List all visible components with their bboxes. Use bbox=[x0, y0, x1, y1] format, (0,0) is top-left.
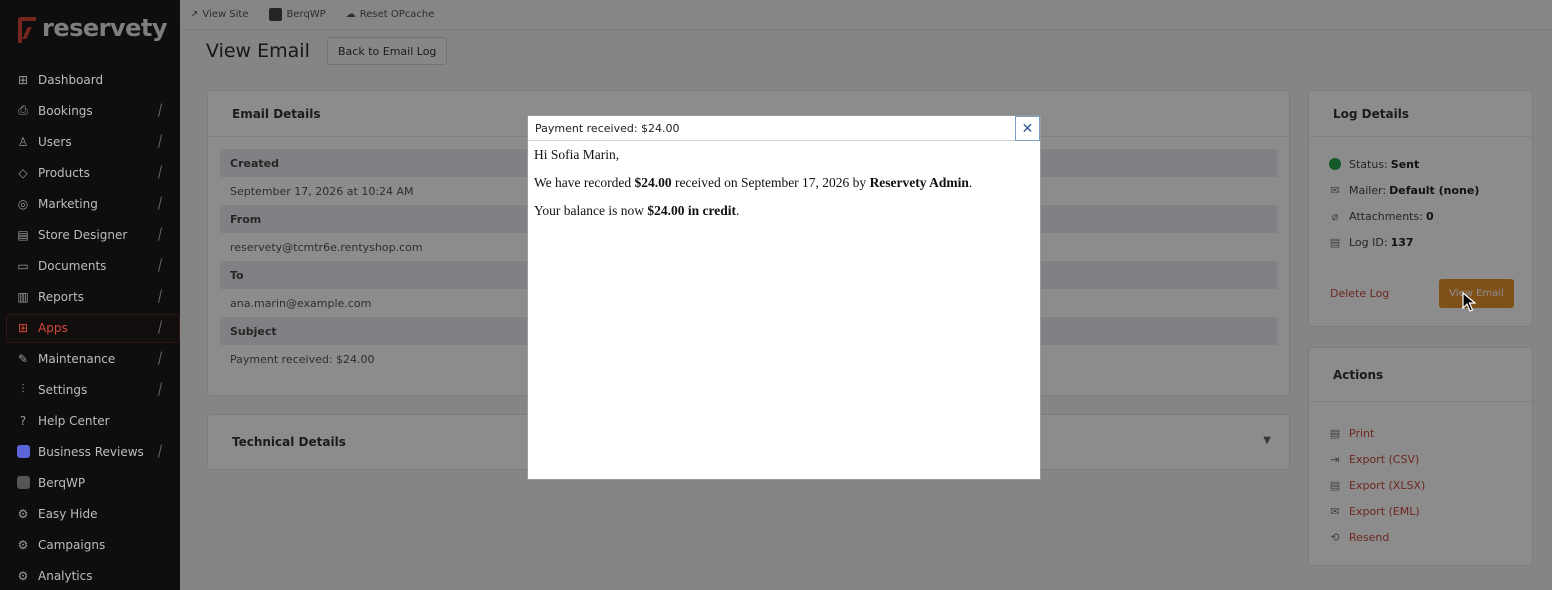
reports-icon: ▥ bbox=[17, 289, 29, 304]
sidebar-item-label: Reports bbox=[38, 289, 85, 304]
email-body: Hi Sofia Marin, We have recorded $24.00 … bbox=[528, 141, 1040, 237]
chevron-right-icon: / bbox=[157, 379, 162, 399]
sidebar-item-label: Campaigns bbox=[38, 537, 106, 552]
text-segment: We have recorded bbox=[534, 175, 635, 190]
sidebar-item-label: Help Center bbox=[38, 413, 110, 428]
gear-icon: ⚙ bbox=[17, 537, 29, 552]
text-segment: . bbox=[736, 203, 740, 218]
sidebar-item-label: Documents bbox=[38, 258, 107, 273]
user-icon: ♙ bbox=[17, 134, 29, 149]
text-segment: received on September 17, 2026 by bbox=[671, 175, 870, 190]
gear-icon: ⚙ bbox=[17, 506, 29, 521]
email-paragraph-2: Your balance is now $24.00 in credit. bbox=[534, 203, 1034, 218]
sidebar-item-label: Marketing bbox=[38, 196, 98, 211]
recorded-by-text: Reservety Admin bbox=[869, 175, 969, 190]
sidebar-item-label: Business Reviews bbox=[38, 444, 144, 459]
marketing-icon: ◎ bbox=[17, 196, 29, 211]
sidebar-item-label: Settings bbox=[38, 382, 88, 397]
sidebar-item-label: Analytics bbox=[38, 568, 93, 583]
sidebar-item-label: Maintenance bbox=[38, 351, 116, 366]
close-icon[interactable]: ✕ bbox=[1015, 116, 1040, 141]
chevron-right-icon: / bbox=[157, 100, 162, 120]
chevron-right-icon: / bbox=[157, 255, 162, 275]
apps-icon: ⊞ bbox=[17, 320, 29, 335]
bookings-icon: ⎙ bbox=[18, 103, 28, 117]
text-segment: . bbox=[968, 175, 973, 190]
sidebar-item-label: BerqWP bbox=[38, 475, 86, 490]
chevron-right-icon: / bbox=[157, 224, 162, 244]
reviews-icon bbox=[16, 445, 30, 459]
documents-icon: ▭ bbox=[17, 258, 29, 273]
settings-sliders-icon: ⫶ bbox=[21, 382, 25, 396]
chevron-right-icon: / bbox=[157, 286, 162, 306]
chevron-right-icon: / bbox=[157, 193, 162, 213]
amount-text: $24.00 bbox=[634, 175, 672, 190]
chevron-right-icon: / bbox=[157, 348, 162, 368]
sidebar-item-label: Easy Hide bbox=[38, 506, 98, 521]
text-segment: Your balance is now bbox=[534, 203, 648, 218]
email-preview-modal: Payment received: $24.00 ✕ Hi Sofia Mari… bbox=[527, 115, 1041, 480]
chevron-right-icon: / bbox=[157, 162, 162, 182]
berqwp-icon bbox=[16, 476, 30, 490]
email-greeting: Hi Sofia Marin, bbox=[534, 147, 620, 162]
email-paragraph-1: We have recorded $24.00 received on Sept… bbox=[534, 175, 1034, 190]
store-icon: ▤ bbox=[17, 227, 29, 242]
sidebar-item-label: Apps bbox=[38, 320, 68, 335]
sidebar-item-label: Users bbox=[38, 134, 72, 149]
help-icon: ? bbox=[19, 413, 27, 428]
chevron-right-icon: / bbox=[157, 317, 162, 337]
tag-icon: ◇ bbox=[18, 165, 28, 180]
sidebar-item-label: Products bbox=[38, 165, 90, 180]
chevron-right-icon: / bbox=[157, 441, 162, 461]
sidebar-item-label: Store Designer bbox=[38, 227, 128, 242]
chevron-right-icon: / bbox=[157, 131, 162, 151]
sidebar-item-label: Bookings bbox=[38, 103, 93, 118]
balance-text: $24.00 in credit bbox=[647, 203, 736, 218]
sidebar-item-label: Dashboard bbox=[38, 72, 104, 87]
dashboard-icon: ⊞ bbox=[17, 72, 29, 87]
modal-title: Payment received: $24.00 bbox=[528, 116, 1040, 141]
wrench-icon: ✎ bbox=[17, 351, 29, 366]
gear-icon: ⚙ bbox=[17, 568, 29, 583]
mouse-cursor-icon bbox=[1462, 292, 1476, 312]
